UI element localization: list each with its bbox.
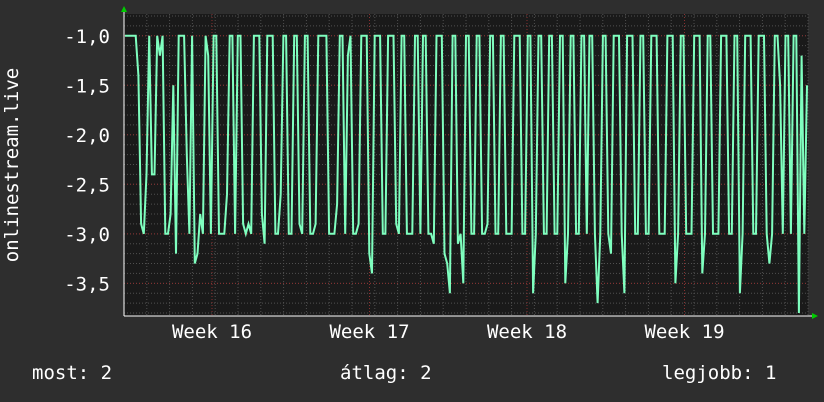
line-chart: -1,0 -1,5 -2,0 -2,5 -3,0 -3,5 Week 16 Week 17 W…	[0, 0, 824, 402]
x-tick-label: Week 18	[487, 321, 567, 343]
x-tick-label: Week 16	[172, 321, 252, 343]
y-tick-label: -1,5	[64, 75, 110, 97]
current-value-label: most: 2	[32, 362, 113, 384]
y-tick-label: -1,0	[64, 26, 110, 48]
y-axis-label: onlinestream.live	[1, 68, 23, 262]
best-value-label: legjobb: 1	[662, 362, 777, 384]
y-tick-label: -2,0	[64, 125, 110, 147]
y-tick-label: -3,5	[64, 273, 110, 295]
y-tick-label: -3,0	[64, 224, 110, 246]
y-tick-label: -2,5	[64, 174, 110, 196]
x-tick-label: Week 19	[644, 321, 724, 343]
x-tick-label: Week 17	[329, 321, 409, 343]
average-value-label: átlag: 2	[340, 362, 432, 384]
